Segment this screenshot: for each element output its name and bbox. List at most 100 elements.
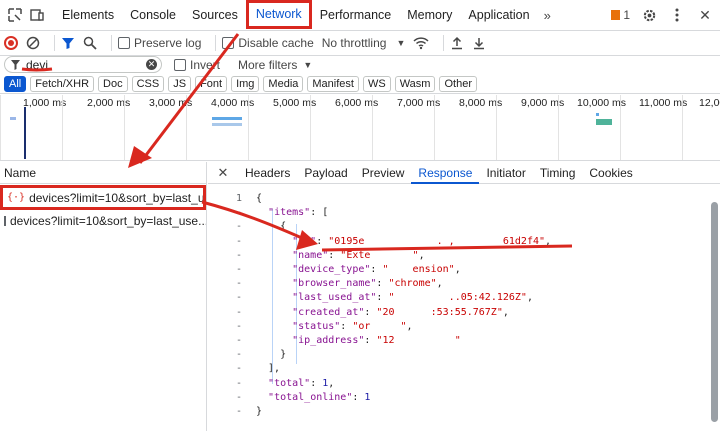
- request-fetch-icon: {·}: [7, 192, 26, 203]
- timeline-tick: 12,000: [682, 95, 720, 160]
- kebab-menu-icon[interactable]: [666, 4, 688, 26]
- import-har-button[interactable]: [450, 31, 464, 56]
- export-har-button[interactable]: [472, 31, 486, 56]
- tab-memory[interactable]: Memory: [399, 0, 460, 31]
- devtools-tab-bar: Elements Console Sources Network Perform…: [0, 0, 720, 31]
- response-line: -}: [208, 405, 708, 419]
- json-token: " ension": [382, 264, 455, 275]
- line-text: "last_used_at": " ..05:42.126Z",: [256, 291, 533, 305]
- line-gutter: -: [235, 377, 242, 389]
- network-overview-timeline[interactable]: 1,000 ms 2,000 ms 3,000 ms 4,000 ms 5,00…: [0, 95, 720, 161]
- clear-button[interactable]: [26, 31, 40, 56]
- line-gutter: -: [235, 249, 242, 261]
- invert-label: Invert: [190, 57, 221, 72]
- response-line: - "device_type": " ension",: [208, 263, 708, 277]
- line-gutter: -: [235, 221, 242, 233]
- close-devtools-icon[interactable]: ✕: [694, 4, 716, 26]
- invert-checkbox[interactable]: Invert: [174, 58, 220, 72]
- chip-wasm[interactable]: Wasm: [394, 75, 436, 92]
- more-tabs-icon[interactable]: »: [538, 8, 557, 23]
- close-panel-icon[interactable]: ✕: [208, 165, 238, 181]
- device-toolbar-icon[interactable]: [26, 4, 48, 26]
- response-body[interactable]: 1{- "items": [- {- "id": "0195e . , 61d2…: [208, 184, 720, 430]
- chip-fetch-xhr[interactable]: Fetch/XHR: [30, 75, 95, 92]
- json-token: ,: [328, 377, 335, 389]
- json-token: ,: [502, 306, 509, 318]
- throttling-select[interactable]: No throttling ▼: [322, 31, 406, 56]
- download-icon: [474, 38, 485, 50]
- line-gutter: -: [235, 406, 242, 417]
- settings-gear-icon[interactable]: [638, 4, 660, 26]
- line-gutter: -: [235, 391, 242, 403]
- response-line: - "ip_address": "12 ": [208, 334, 708, 348]
- line-text: {: [256, 192, 262, 206]
- response-scrollbar[interactable]: [711, 202, 718, 422]
- dropdown-arrow-icon: ▼: [396, 38, 406, 48]
- tab-preview[interactable]: Preview: [355, 162, 412, 184]
- name-column-header[interactable]: Name: [0, 162, 206, 184]
- json-token: "status": [292, 320, 341, 332]
- request-doc-icon: [4, 216, 6, 226]
- preserve-log-checkbox[interactable]: Preserve log: [118, 31, 201, 56]
- json-token: "12 ": [376, 335, 461, 346]
- tab-application[interactable]: Application: [460, 0, 537, 31]
- line-text: {: [256, 220, 286, 234]
- toolbar-divider: [111, 35, 112, 51]
- json-token: "total_online": [268, 391, 353, 403]
- timeline-tick: 11,000 ms: [620, 95, 687, 160]
- tab-headers[interactable]: Headers: [238, 162, 297, 184]
- chip-all[interactable]: All: [4, 75, 27, 92]
- json-token: }: [256, 406, 263, 417]
- chip-doc[interactable]: Doc: [98, 75, 128, 92]
- chip-media[interactable]: Media: [263, 75, 304, 92]
- details-tab-bar: ✕ Headers Payload Preview Response Initi…: [208, 162, 720, 184]
- clear-filter-icon[interactable]: ✕: [146, 59, 157, 70]
- line-text: }: [256, 348, 286, 362]
- tab-console[interactable]: Console: [122, 0, 184, 31]
- chip-img[interactable]: Img: [231, 75, 260, 92]
- chip-other[interactable]: Other: [439, 75, 477, 92]
- json-token: :: [376, 292, 389, 304]
- more-filters-dropdown[interactable]: More filters ▼: [238, 58, 312, 72]
- toolbar-divider: [443, 35, 445, 51]
- tab-sources[interactable]: Sources: [184, 0, 246, 31]
- issues-badge[interactable]: 1: [611, 8, 630, 22]
- timeline-tick: 9,000 ms: [496, 95, 564, 160]
- resource-type-filters: All Fetch/XHR Doc CSS JS Font Img Media …: [0, 74, 720, 94]
- record-button[interactable]: [4, 31, 18, 56]
- chip-manifest[interactable]: Manifest: [307, 75, 359, 92]
- json-token: ],: [256, 363, 281, 375]
- tab-timing[interactable]: Timing: [533, 162, 583, 184]
- tab-elements[interactable]: Elements: [54, 0, 122, 31]
- disable-cache-label: Disable cache: [238, 36, 314, 50]
- json-token: "last_used_at": [292, 292, 377, 304]
- inspect-icon[interactable]: [4, 4, 26, 26]
- filter-input[interactable]: devi ✕: [4, 56, 162, 73]
- tab-network[interactable]: Network: [245, 0, 312, 29]
- chip-css[interactable]: CSS: [131, 75, 165, 92]
- chip-font[interactable]: Font: [195, 75, 228, 92]
- chip-js[interactable]: JS: [168, 75, 192, 92]
- filter-toggle-button[interactable]: [61, 31, 75, 56]
- record-icon: [4, 36, 18, 50]
- tab-performance[interactable]: Performance: [312, 0, 400, 31]
- line-text: "ip_address": "12 ": [256, 334, 461, 348]
- request-row-selected[interactable]: {·} devices?limit=10&sort_by=last_use...: [0, 185, 206, 210]
- chip-ws[interactable]: WS: [362, 75, 391, 92]
- line-text: "status": "or ",: [256, 320, 412, 334]
- json-token: ,: [418, 249, 425, 261]
- tab-payload[interactable]: Payload: [297, 162, 354, 184]
- tab-initiator[interactable]: Initiator: [479, 162, 532, 184]
- tab-cookies[interactable]: Cookies: [582, 162, 639, 184]
- json-token: :: [364, 306, 377, 318]
- search-button[interactable]: [83, 31, 97, 56]
- request-row[interactable]: devices?limit=10&sort_by=last_use...: [0, 210, 206, 232]
- network-conditions-button[interactable]: [413, 31, 429, 56]
- line-text: "device_type": " ension",: [256, 263, 461, 277]
- filter-row: devi ✕ Invert More filters ▼: [0, 56, 720, 73]
- tab-response[interactable]: Response: [411, 162, 480, 184]
- disable-cache-checkbox[interactable]: Disable cache: [222, 31, 314, 56]
